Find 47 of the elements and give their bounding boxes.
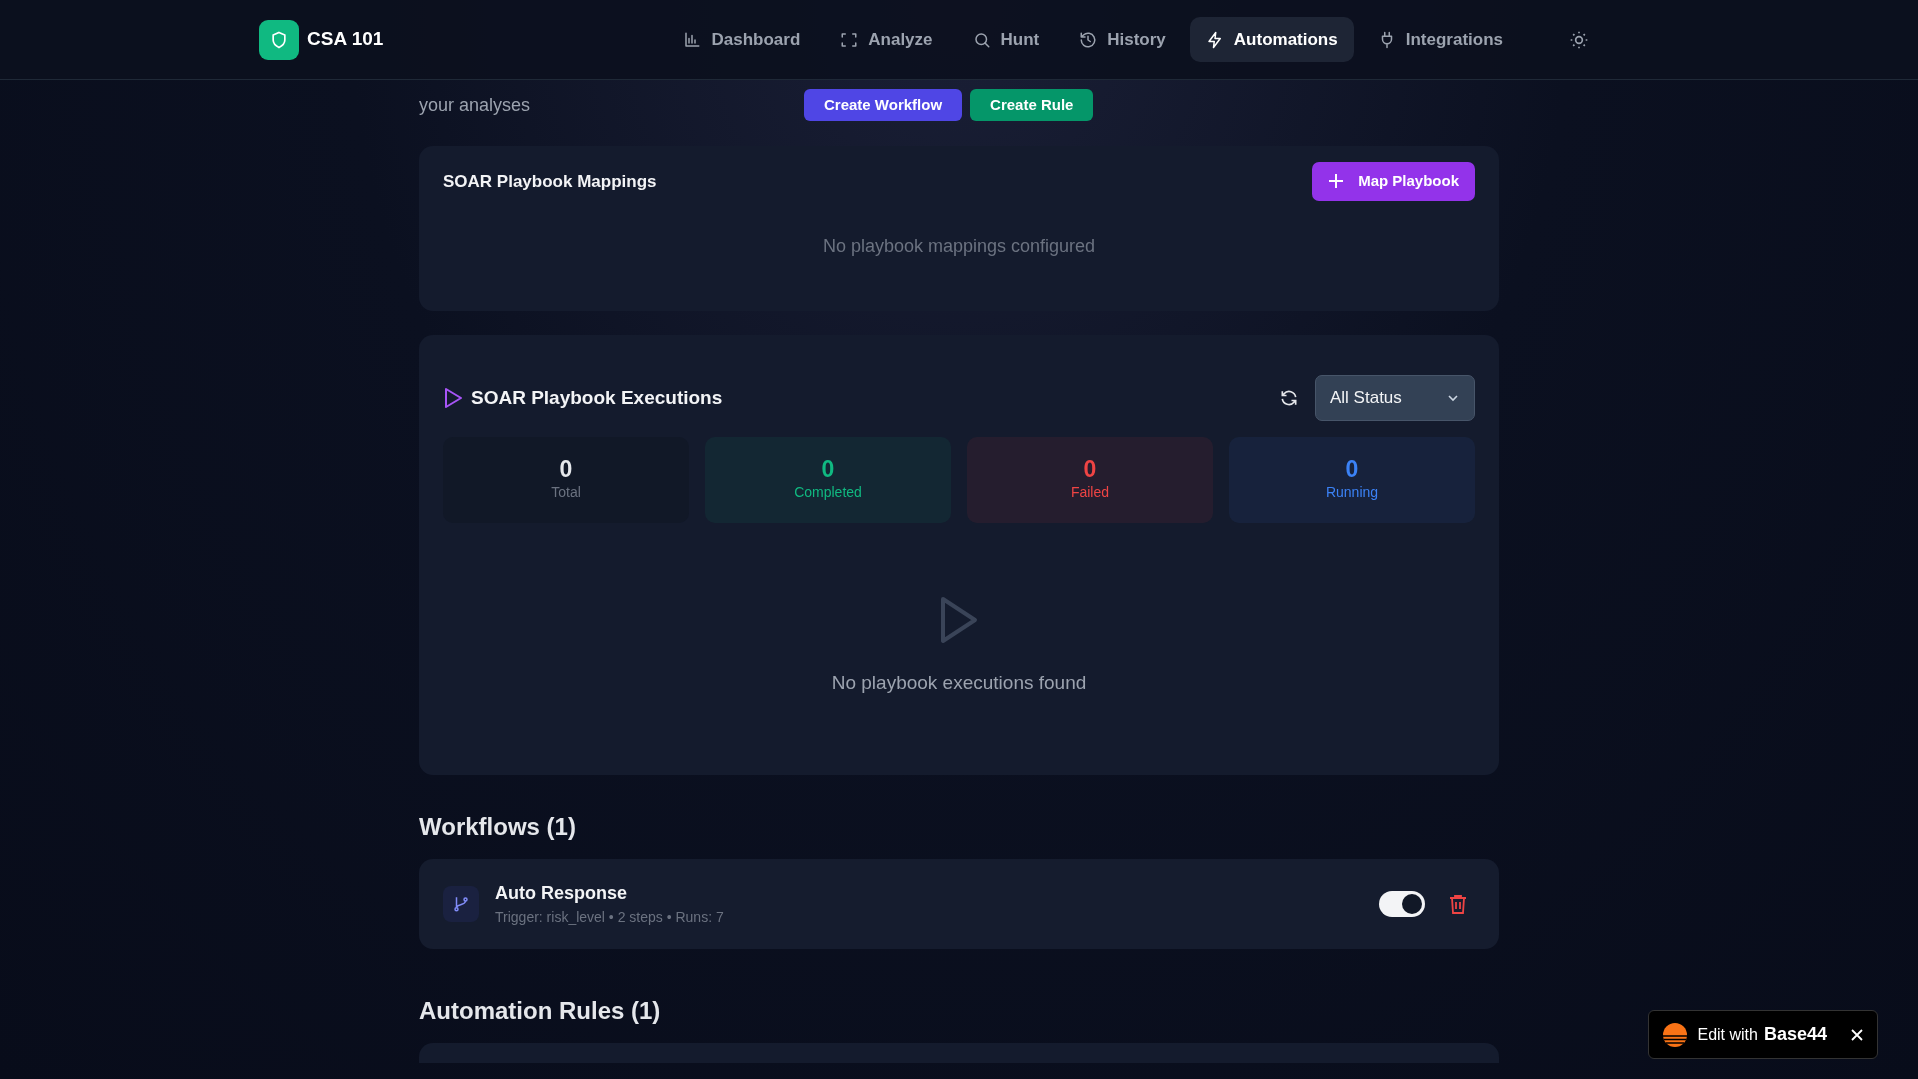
map-playbook-button[interactable]: Map Playbook bbox=[1312, 162, 1475, 201]
play-icon bbox=[939, 595, 979, 645]
play-icon bbox=[443, 387, 463, 409]
refresh-icon[interactable] bbox=[1279, 388, 1299, 408]
section-title: SOAR Playbook Mappings bbox=[443, 170, 657, 193]
empty-message: No playbook executions found bbox=[831, 671, 1087, 695]
plus-icon bbox=[1328, 173, 1345, 190]
search-icon bbox=[972, 30, 991, 49]
nav-tab[interactable]: Analyze bbox=[824, 16, 949, 63]
empty-message: No playbook mappings configured bbox=[822, 235, 1096, 256]
sunset-logo-icon bbox=[1663, 1022, 1688, 1047]
shield-logo-icon bbox=[259, 19, 299, 60]
nav-tab[interactable]: History bbox=[1063, 16, 1182, 63]
header-button[interactable]: Create Workflow bbox=[804, 88, 963, 122]
stat-label: Total bbox=[551, 483, 581, 503]
section-heading: Automation Rules (1) bbox=[419, 996, 662, 1026]
lightning-icon bbox=[1205, 30, 1224, 49]
stat-label: Running bbox=[1325, 483, 1379, 503]
scan-frame-icon bbox=[840, 30, 859, 49]
status-filter-select[interactable]: All Status bbox=[1315, 375, 1475, 421]
page-subtitle: your analyses bbox=[419, 93, 532, 117]
section-heading: Workflows (1) bbox=[419, 812, 577, 842]
section-title: SOAR Playbook Executions bbox=[471, 385, 723, 410]
history-icon bbox=[1079, 30, 1098, 49]
toggle-switch[interactable] bbox=[1379, 891, 1425, 917]
theme-sun-icon[interactable] bbox=[1569, 29, 1589, 50]
stat-label: Completed bbox=[794, 483, 862, 503]
trash-icon[interactable] bbox=[1449, 894, 1467, 914]
badge-brand: Base44 bbox=[1763, 1023, 1827, 1046]
stat-label: Failed bbox=[1070, 483, 1110, 503]
nav-tab[interactable]: Automations bbox=[1189, 16, 1354, 63]
nav-tab[interactable]: Hunt bbox=[956, 16, 1056, 63]
nav-tab[interactable]: Dashboard bbox=[667, 16, 817, 63]
stat-value: 0 bbox=[1083, 456, 1097, 483]
bar-chart-icon bbox=[683, 30, 702, 49]
app-name: CSA 101 bbox=[307, 27, 384, 52]
stat-value: 0 bbox=[821, 456, 835, 483]
branch-icon bbox=[443, 886, 479, 922]
stat-value: 0 bbox=[1345, 456, 1359, 483]
workflow-name: Auto Response bbox=[495, 882, 628, 905]
nav-tab[interactable]: Integrations bbox=[1361, 16, 1519, 63]
header-button[interactable]: Create Rule bbox=[970, 88, 1094, 122]
stat-value: 0 bbox=[559, 456, 573, 483]
close-icon[interactable] bbox=[1851, 1028, 1863, 1041]
workflow-details: Trigger: risk_level • 2 steps • Runs: 7 bbox=[495, 908, 724, 927]
edit-badge[interactable]: Edit with Base44 bbox=[1648, 1010, 1878, 1059]
badge-text: Edit with bbox=[1697, 1024, 1758, 1045]
